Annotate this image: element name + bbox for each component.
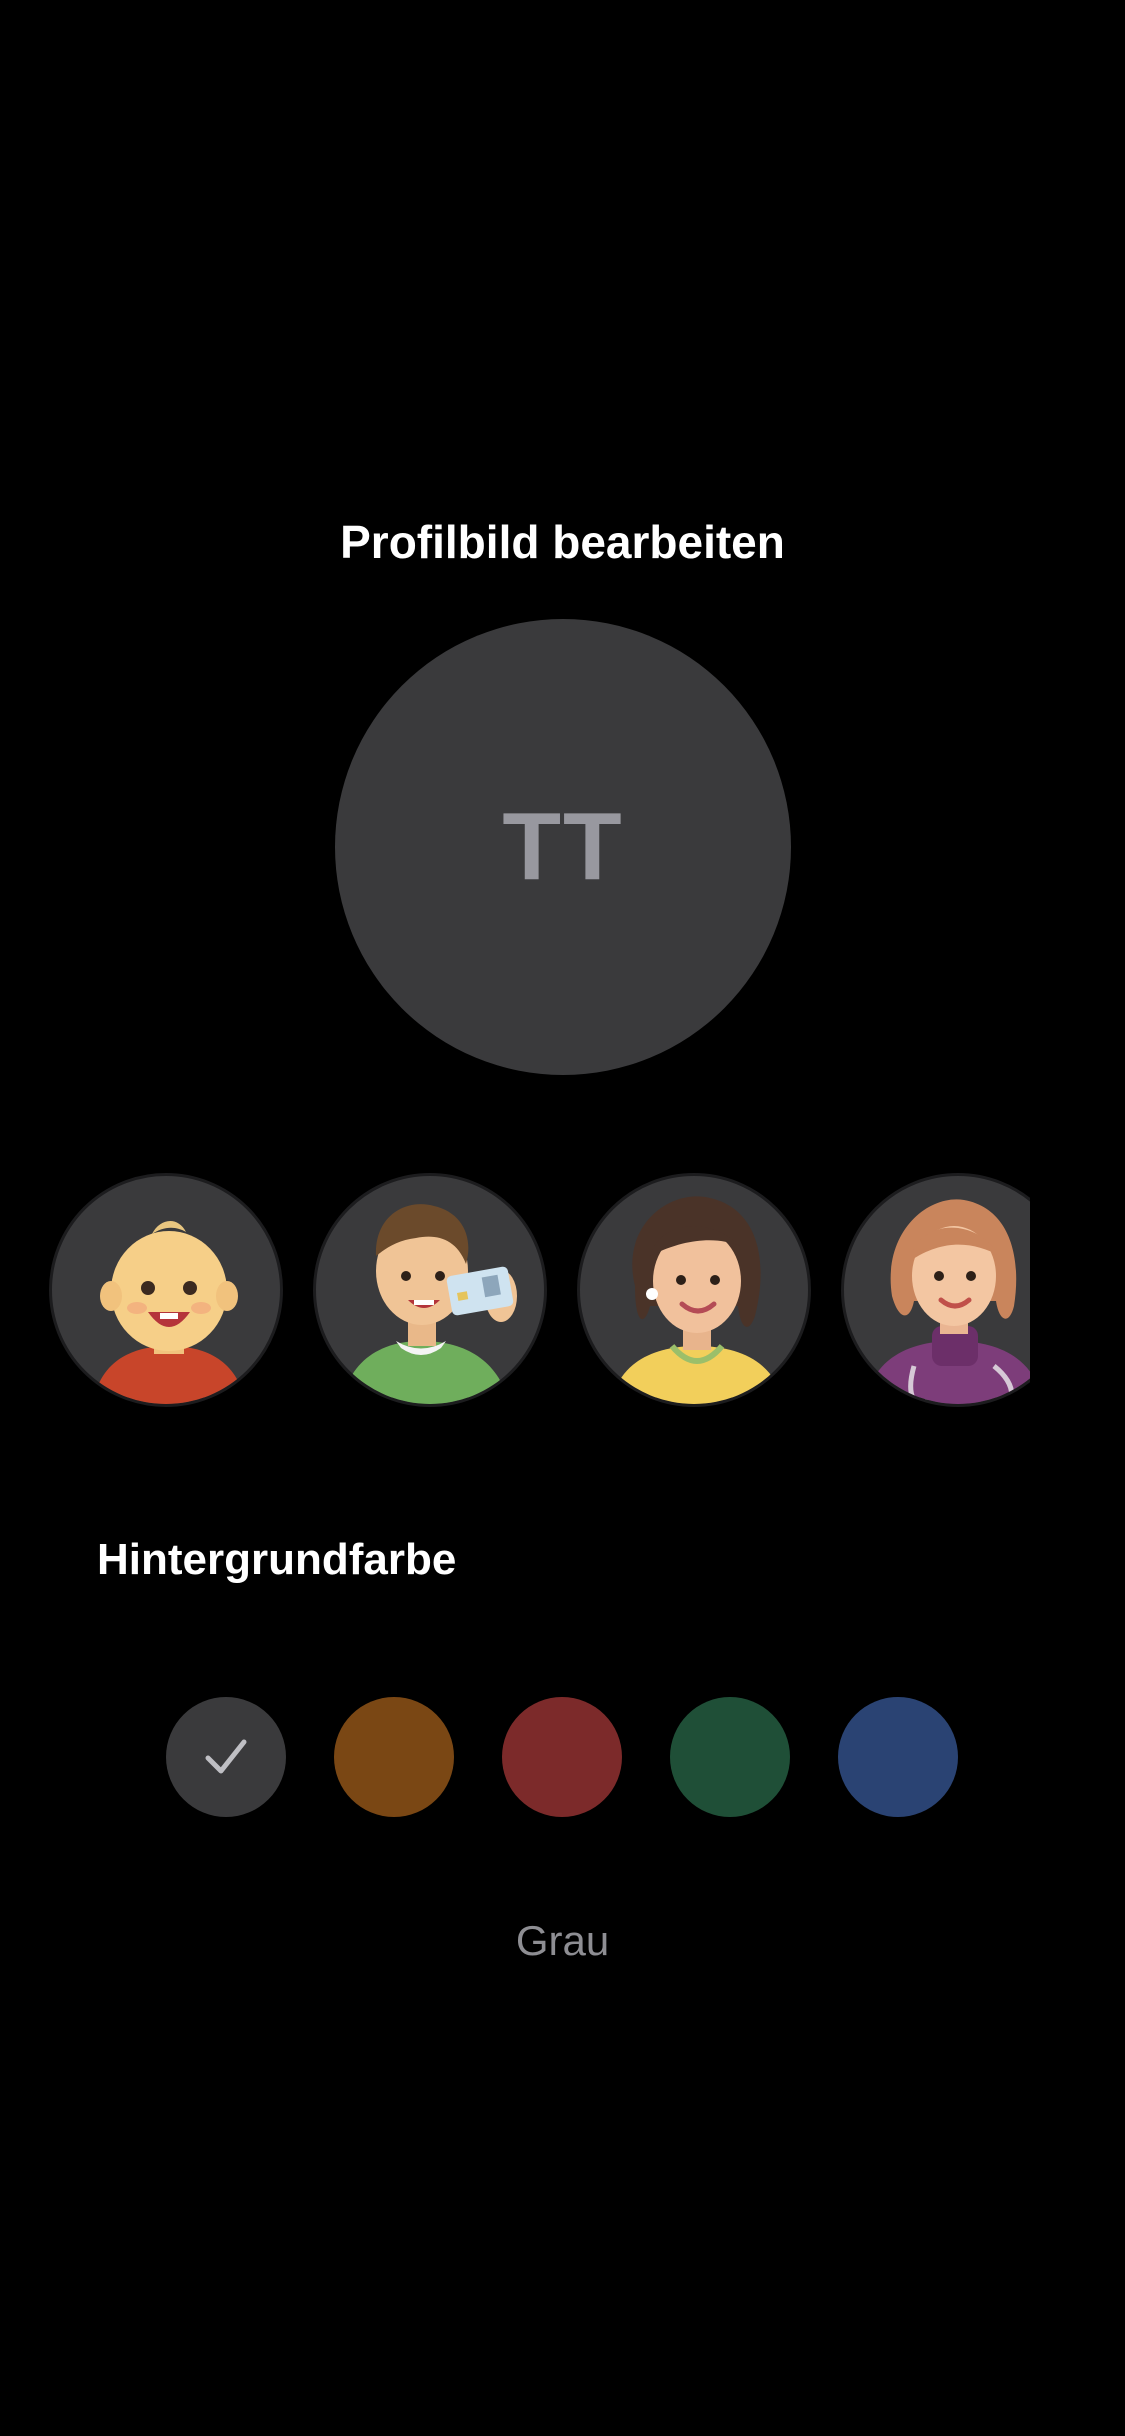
avatar-preset-young-man[interactable] bbox=[313, 1173, 547, 1407]
avatar-preset-carousel[interactable] bbox=[0, 1170, 1030, 1412]
color-swatch-green[interactable] bbox=[670, 1697, 790, 1817]
background-color-title: Hintergrundfarbe bbox=[97, 1535, 457, 1584]
avatar-preset-doctor[interactable] bbox=[841, 1173, 1030, 1407]
color-swatch-red[interactable] bbox=[502, 1697, 622, 1817]
page-title: Profilbild bearbeiten bbox=[340, 516, 785, 568]
profile-initials: TT bbox=[502, 793, 624, 900]
checkmark-icon bbox=[205, 1739, 247, 1774]
color-swatch-grau[interactable] bbox=[166, 1697, 286, 1817]
young-man-id-card-avatar-icon bbox=[341, 1204, 517, 1404]
doctor-stethoscope-avatar-icon bbox=[864, 1199, 1030, 1404]
baby-avatar-icon bbox=[92, 1220, 246, 1404]
selected-color-label: Grau bbox=[515, 1917, 610, 1964]
color-swatch-orange[interactable] bbox=[334, 1697, 454, 1817]
color-swatch-blue[interactable] bbox=[838, 1697, 958, 1817]
woman-earring-avatar-icon bbox=[611, 1196, 783, 1404]
profile-avatar[interactable]: TT bbox=[335, 619, 791, 1075]
avatar-preset-baby[interactable] bbox=[49, 1173, 283, 1407]
avatar-preset-woman[interactable] bbox=[577, 1173, 811, 1407]
